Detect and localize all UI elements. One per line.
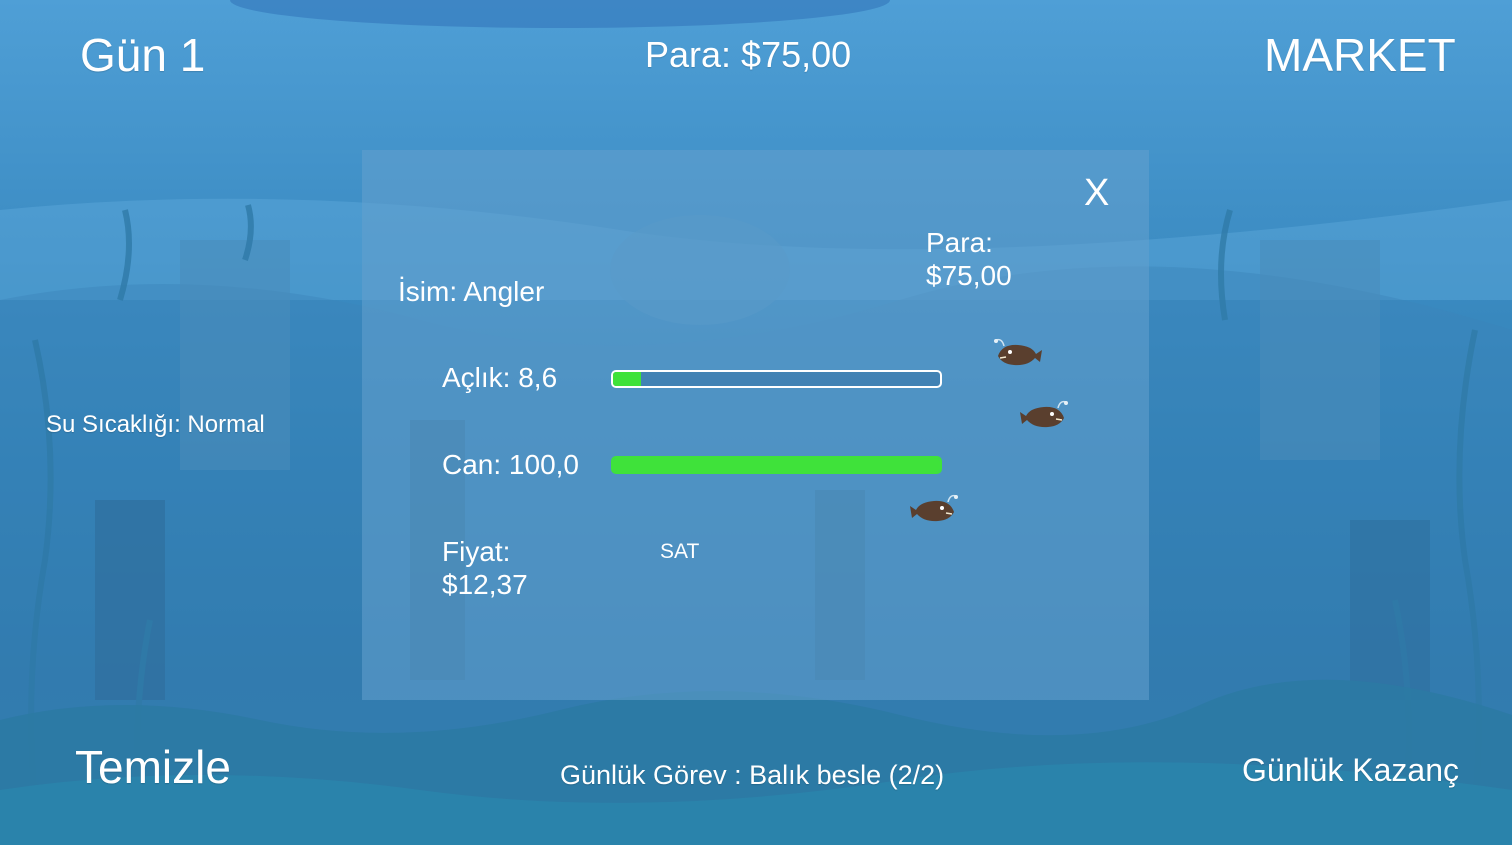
panel-money-label: Para: $75,00 [926, 227, 1012, 291]
money-display: Para: $75,00 [645, 34, 852, 75]
water-temperature-label: Su Sıcaklığı: Normal [46, 411, 265, 438]
hunger-bar [611, 370, 942, 388]
fish-price-label: Fiyat: $12,37 [442, 536, 528, 600]
health-label: Can: 100,0 [442, 449, 579, 480]
anglerfish-icon[interactable] [992, 336, 1044, 370]
clean-button[interactable]: Temizle [75, 740, 231, 794]
daily-task-label: Günlük Görev : Balık besle (2/2) [560, 760, 945, 790]
sell-button[interactable]: SAT [660, 540, 699, 564]
day-counter: Gün 1 [80, 29, 206, 81]
hunger-label: Açlık: 8,6 [442, 362, 558, 393]
health-bar [611, 456, 942, 474]
anglerfish-icon[interactable] [1018, 398, 1070, 432]
market-button[interactable]: MARKET [1264, 28, 1456, 82]
health-bar-fill [613, 458, 940, 472]
anglerfish-icon[interactable] [908, 492, 960, 526]
close-button[interactable]: X [1084, 172, 1109, 215]
fish-name-label: İsim: Angler [398, 276, 545, 307]
hunger-bar-fill [613, 372, 642, 386]
daily-earnings-button[interactable]: Günlük Kazanç [1242, 752, 1459, 789]
